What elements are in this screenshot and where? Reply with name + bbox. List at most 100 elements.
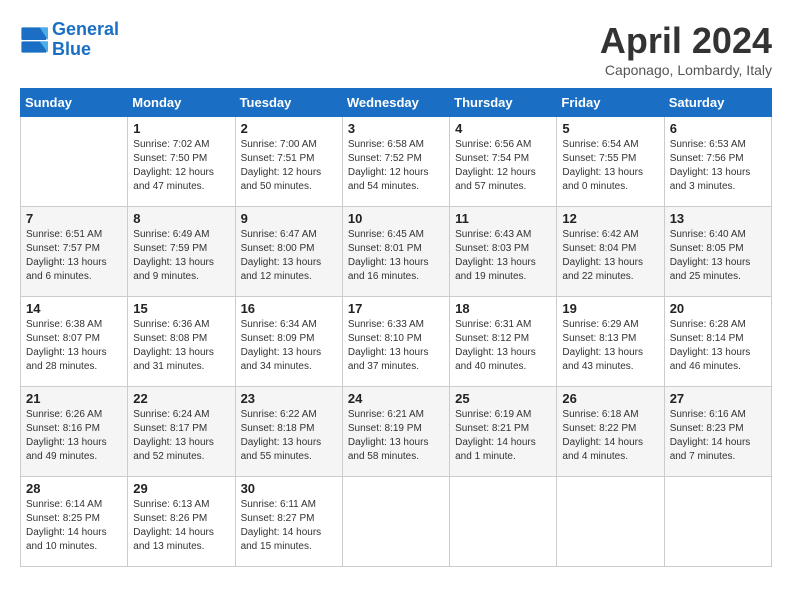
day-number: 22	[133, 391, 229, 406]
day-info: Sunrise: 6:45 AMSunset: 8:01 PMDaylight:…	[348, 228, 444, 284]
day-number: 6	[670, 121, 766, 136]
calendar-week-3: 14 Sunrise: 6:38 AMSunset: 8:07 PMDayligh…	[21, 297, 772, 387]
day-info: Sunrise: 7:02 AMSunset: 7:50 PMDaylight:…	[133, 138, 229, 194]
calendar-cell: 7 Sunrise: 6:51 AMSunset: 7:57 PMDaylight…	[21, 207, 128, 297]
day-number: 15	[133, 301, 229, 316]
month-title: April 2024	[600, 20, 772, 62]
calendar-cell: 1Sunrise: 7:02 AMSunset: 7:50 PMDaylight…	[128, 117, 235, 207]
calendar-cell	[342, 477, 449, 567]
day-info: Sunrise: 6:56 AMSunset: 7:54 PMDaylight:…	[455, 138, 551, 194]
calendar-cell: 11Sunrise: 6:43 AMSunset: 8:03 PMDayligh…	[450, 207, 557, 297]
weekday-tuesday: Tuesday	[235, 89, 342, 117]
day-number: 8	[133, 211, 229, 226]
day-info: Sunrise: 6:11 AMSunset: 8:27 PMDaylight:…	[241, 498, 337, 554]
day-number: 29	[133, 481, 229, 496]
calendar-cell: 2Sunrise: 7:00 AMSunset: 7:51 PMDaylight…	[235, 117, 342, 207]
day-number: 19	[562, 301, 658, 316]
weekday-monday: Monday	[128, 89, 235, 117]
calendar-cell: 18Sunrise: 6:31 AMSunset: 8:12 PMDayligh…	[450, 297, 557, 387]
logo: General Blue	[20, 20, 119, 60]
day-number: 21	[26, 391, 122, 406]
calendar-week-4: 21 Sunrise: 6:26 AMSunset: 8:16 PMDayligh…	[21, 387, 772, 477]
calendar-cell: 8 Sunrise: 6:49 AMSunset: 7:59 PMDaylight…	[128, 207, 235, 297]
day-info: Sunrise: 6:54 AMSunset: 7:55 PMDaylight:…	[562, 138, 658, 194]
day-number: 10	[348, 211, 444, 226]
day-info: Sunrise: 6:29 AMSunset: 8:13 PMDaylight:…	[562, 318, 658, 374]
calendar-cell: 17 Sunrise: 6:33 AMSunset: 8:10 PMDayligh…	[342, 297, 449, 387]
day-info: Sunrise: 6:33 AMSunset: 8:10 PMDaylight:…	[348, 318, 444, 374]
day-info: Sunrise: 6:47 AMSunset: 8:00 PMDaylight:…	[241, 228, 337, 284]
calendar-cell: 28 Sunrise: 6:14 AMSunset: 8:25 PMDayligh…	[21, 477, 128, 567]
day-number: 24	[348, 391, 444, 406]
day-info: Sunrise: 6:13 AMSunset: 8:26 PMDaylight:…	[133, 498, 229, 554]
day-info: Sunrise: 6:16 AMSunset: 8:23 PMDaylight:…	[670, 408, 766, 464]
day-number: 23	[241, 391, 337, 406]
calendar-cell: 6 Sunrise: 6:53 AMSunset: 7:56 PMDaylight…	[664, 117, 771, 207]
day-info: Sunrise: 6:21 AMSunset: 8:19 PMDaylight:…	[348, 408, 444, 464]
calendar-cell: 20Sunrise: 6:28 AMSunset: 8:14 PMDayligh…	[664, 297, 771, 387]
calendar-cell	[557, 477, 664, 567]
calendar-body: 1Sunrise: 7:02 AMSunset: 7:50 PMDaylight…	[21, 117, 772, 567]
calendar-week-2: 7 Sunrise: 6:51 AMSunset: 7:57 PMDaylight…	[21, 207, 772, 297]
day-info: Sunrise: 6:42 AMSunset: 8:04 PMDaylight:…	[562, 228, 658, 284]
day-info: Sunrise: 6:49 AMSunset: 7:59 PMDaylight:…	[133, 228, 229, 284]
calendar-cell: 29 Sunrise: 6:13 AMSunset: 8:26 PMDayligh…	[128, 477, 235, 567]
day-info: Sunrise: 6:53 AMSunset: 7:56 PMDaylight:…	[670, 138, 766, 194]
day-info: Sunrise: 6:19 AMSunset: 8:21 PMDaylight:…	[455, 408, 551, 464]
day-number: 9	[241, 211, 337, 226]
calendar-week-1: 1Sunrise: 7:02 AMSunset: 7:50 PMDaylight…	[21, 117, 772, 207]
calendar-cell: 19 Sunrise: 6:29 AMSunset: 8:13 PMDayligh…	[557, 297, 664, 387]
weekday-header: SundayMondayTuesdayWednesdayThursdayFrid…	[21, 89, 772, 117]
day-number: 16	[241, 301, 337, 316]
day-info: Sunrise: 6:51 AMSunset: 7:57 PMDaylight:…	[26, 228, 122, 284]
calendar-cell: 21 Sunrise: 6:26 AMSunset: 8:16 PMDayligh…	[21, 387, 128, 477]
day-info: Sunrise: 6:22 AMSunset: 8:18 PMDaylight:…	[241, 408, 337, 464]
day-number: 5	[562, 121, 658, 136]
calendar-cell: 23 Sunrise: 6:22 AMSunset: 8:18 PMDayligh…	[235, 387, 342, 477]
day-number: 7	[26, 211, 122, 226]
weekday-wednesday: Wednesday	[342, 89, 449, 117]
title-area: April 2024 Caponago, Lombardy, Italy	[600, 20, 772, 78]
day-number: 4	[455, 121, 551, 136]
day-info: Sunrise: 6:26 AMSunset: 8:16 PMDaylight:…	[26, 408, 122, 464]
calendar-cell: 16 Sunrise: 6:34 AMSunset: 8:09 PMDayligh…	[235, 297, 342, 387]
calendar-cell: 26 Sunrise: 6:18 AMSunset: 8:22 PMDayligh…	[557, 387, 664, 477]
calendar-cell: 25 Sunrise: 6:19 AMSunset: 8:21 PMDayligh…	[450, 387, 557, 477]
day-number: 25	[455, 391, 551, 406]
day-info: Sunrise: 6:24 AMSunset: 8:17 PMDaylight:…	[133, 408, 229, 464]
day-info: Sunrise: 6:36 AMSunset: 8:08 PMDaylight:…	[133, 318, 229, 374]
calendar-table: SundayMondayTuesdayWednesdayThursdayFrid…	[20, 88, 772, 567]
calendar-cell: 30Sunrise: 6:11 AMSunset: 8:27 PMDayligh…	[235, 477, 342, 567]
day-number: 27	[670, 391, 766, 406]
calendar-cell	[21, 117, 128, 207]
day-number: 17	[348, 301, 444, 316]
day-info: Sunrise: 7:00 AMSunset: 7:51 PMDaylight:…	[241, 138, 337, 194]
calendar-cell: 14 Sunrise: 6:38 AMSunset: 8:07 PMDayligh…	[21, 297, 128, 387]
calendar-week-5: 28 Sunrise: 6:14 AMSunset: 8:25 PMDayligh…	[21, 477, 772, 567]
day-number: 26	[562, 391, 658, 406]
calendar-cell	[450, 477, 557, 567]
weekday-thursday: Thursday	[450, 89, 557, 117]
day-info: Sunrise: 6:18 AMSunset: 8:22 PMDaylight:…	[562, 408, 658, 464]
day-number: 28	[26, 481, 122, 496]
calendar-cell: 10 Sunrise: 6:45 AMSunset: 8:01 PMDayligh…	[342, 207, 449, 297]
day-number: 12	[562, 211, 658, 226]
location-title: Caponago, Lombardy, Italy	[600, 62, 772, 78]
calendar-cell: 9 Sunrise: 6:47 AMSunset: 8:00 PMDaylight…	[235, 207, 342, 297]
calendar-cell: 13Sunrise: 6:40 AMSunset: 8:05 PMDayligh…	[664, 207, 771, 297]
calendar-cell: 12 Sunrise: 6:42 AMSunset: 8:04 PMDayligh…	[557, 207, 664, 297]
day-number: 14	[26, 301, 122, 316]
calendar-cell: 3 Sunrise: 6:58 AMSunset: 7:52 PMDaylight…	[342, 117, 449, 207]
weekday-saturday: Saturday	[664, 89, 771, 117]
calendar-cell: 4 Sunrise: 6:56 AMSunset: 7:54 PMDaylight…	[450, 117, 557, 207]
day-number: 20	[670, 301, 766, 316]
calendar-cell: 15 Sunrise: 6:36 AMSunset: 8:08 PMDayligh…	[128, 297, 235, 387]
day-info: Sunrise: 6:38 AMSunset: 8:07 PMDaylight:…	[26, 318, 122, 374]
day-info: Sunrise: 6:34 AMSunset: 8:09 PMDaylight:…	[241, 318, 337, 374]
calendar-cell	[664, 477, 771, 567]
day-info: Sunrise: 6:58 AMSunset: 7:52 PMDaylight:…	[348, 138, 444, 194]
calendar-cell: 5 Sunrise: 6:54 AMSunset: 7:55 PMDaylight…	[557, 117, 664, 207]
day-info: Sunrise: 6:14 AMSunset: 8:25 PMDaylight:…	[26, 498, 122, 554]
day-number: 18	[455, 301, 551, 316]
day-number: 3	[348, 121, 444, 136]
